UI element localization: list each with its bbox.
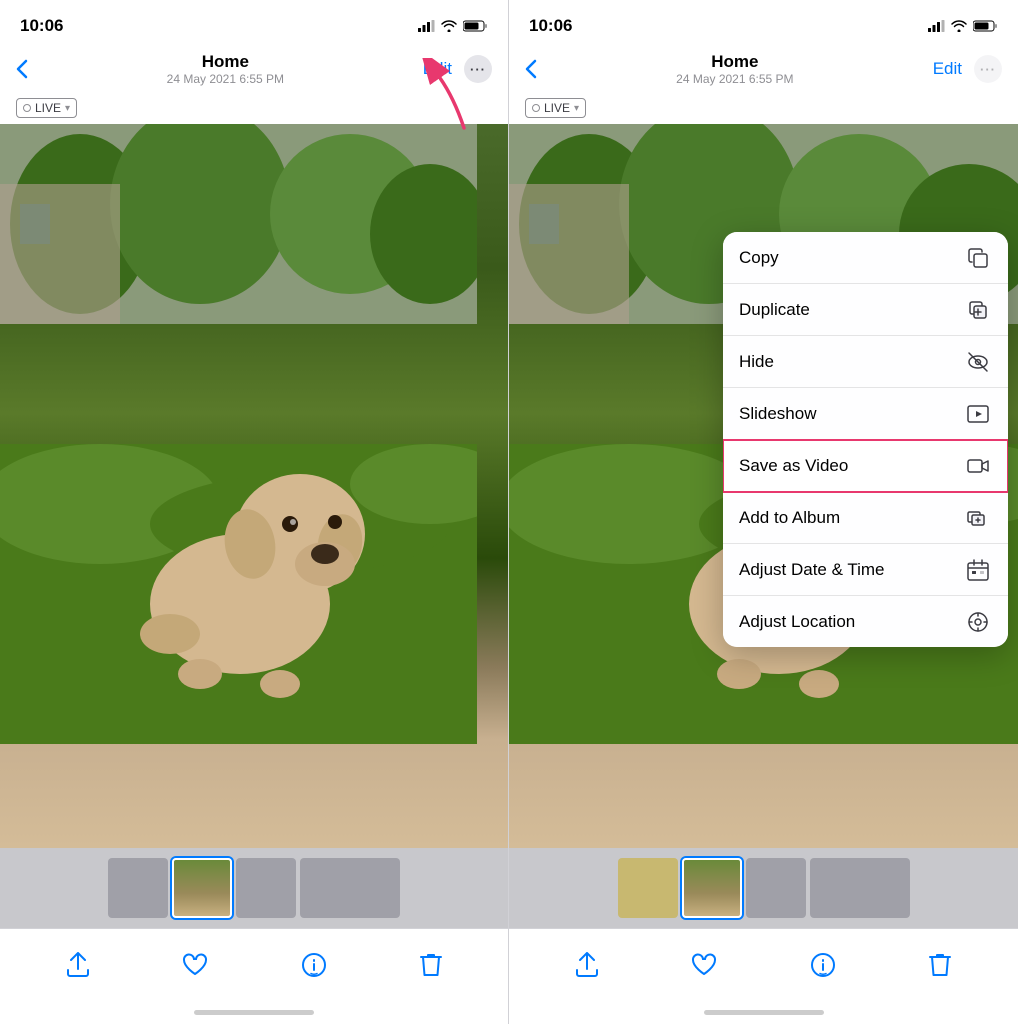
slideshow-icon [964,402,992,425]
copy-icon [964,246,992,269]
live-bar-left: LIVE ▾ [0,94,508,124]
menu-item-hide-label: Hide [739,352,774,372]
adjust-location-icon [964,610,992,633]
thumb-gray-left-1[interactable] [108,858,168,918]
nav-bar-right: Home 24 May 2021 6:55 PM Edit ··· [509,44,1018,94]
status-bar-left: 10:06 [0,0,508,44]
photo-area-left [0,124,508,848]
heart-button-right[interactable] [691,953,717,977]
menu-item-save-video[interactable]: Save as Video [723,440,1008,492]
signal-icon-right [928,20,945,32]
live-dot-right [532,104,540,112]
home-bar-right [704,1010,824,1015]
live-badge-right[interactable]: LIVE ▾ [525,98,586,118]
photo-area-right: Copy Duplicate Hide Slides [509,124,1018,848]
left-phone: 10:06 Home 24 [0,0,509,1024]
more-button-left[interactable]: ··· [464,55,492,83]
info-button-right[interactable] [810,952,836,978]
back-button-right[interactable] [525,59,537,79]
wifi-icon-right [951,20,967,32]
photo-background [0,124,477,744]
share-button-right[interactable] [576,952,598,978]
nav-title-group-left: Home 24 May 2021 6:55 PM [167,52,284,86]
menu-item-slideshow-label: Slideshow [739,404,817,424]
status-icons-right [928,20,998,32]
trash-button-left[interactable] [420,952,442,978]
thumb-gray-right-1[interactable] [618,858,678,918]
context-menu: Copy Duplicate Hide Slides [723,232,1008,647]
time-right: 10:06 [529,16,572,36]
photo-bg-left [0,124,508,848]
add-album-icon [964,506,992,529]
nav-bar-left: Home 24 May 2021 6:55 PM Edit ··· [0,44,508,94]
edit-button-left[interactable]: Edit [423,59,452,79]
share-button-left[interactable] [67,952,89,978]
adjust-date-icon [964,558,992,581]
bottom-toolbar-right [509,928,1018,1000]
more-button-right[interactable]: ··· [974,55,1002,83]
battery-icon [463,20,488,32]
menu-item-adjust-location[interactable]: Adjust Location [723,596,1008,647]
menu-item-save-video-label: Save as Video [739,456,848,476]
home-indicator-right [509,1000,1018,1024]
live-dot-left [23,104,31,112]
menu-item-adjust-location-label: Adjust Location [739,612,855,632]
nav-title-left: Home [167,52,284,72]
thumb-gray-left-2[interactable] [236,858,296,918]
trash-button-right[interactable] [929,952,951,978]
live-bar-right: LIVE ▾ [509,94,1018,124]
menu-item-adjust-date-label: Adjust Date & Time [739,560,885,580]
thumb-gray-left-3[interactable] [300,858,400,918]
save-video-icon [964,454,992,477]
thumb-selected-right[interactable] [682,858,742,918]
menu-item-duplicate[interactable]: Duplicate [723,284,1008,336]
menu-item-adjust-date[interactable]: Adjust Date & Time [723,544,1008,596]
thumb-strip-right [509,848,1018,928]
nav-subtitle-right: 24 May 2021 6:55 PM [676,72,793,86]
hide-icon [964,350,992,373]
right-phone: 10:06 Home 24 [509,0,1018,1024]
menu-item-hide[interactable]: Hide [723,336,1008,388]
home-indicator-left [0,1000,508,1024]
nav-actions-right: Edit ··· [933,55,1002,83]
thumb-strip-left [0,848,508,928]
menu-item-duplicate-label: Duplicate [739,300,810,320]
status-icons-left [418,20,488,32]
menu-item-copy[interactable]: Copy [723,232,1008,284]
thumb-gray-right-2[interactable] [746,858,806,918]
menu-item-add-album[interactable]: Add to Album [723,492,1008,544]
back-button-left[interactable] [16,59,28,79]
nav-title-right: Home [676,52,793,72]
thumb-selected-left[interactable] [172,858,232,918]
bottom-toolbar-left [0,928,508,1000]
signal-icon [418,20,435,32]
nav-subtitle-left: 24 May 2021 6:55 PM [167,72,284,86]
menu-item-copy-label: Copy [739,248,779,268]
info-button-left[interactable] [301,952,327,978]
wifi-icon [441,20,457,32]
menu-item-slideshow[interactable]: Slideshow [723,388,1008,440]
nav-actions-left: Edit ··· [423,55,492,83]
thumb-gray-right-3[interactable] [810,858,910,918]
duplicate-icon [964,298,992,321]
battery-icon-right [973,20,998,32]
home-bar-left [194,1010,314,1015]
heart-button-left[interactable] [182,953,208,977]
edit-button-right[interactable]: Edit [933,59,962,79]
status-bar-right: 10:06 [509,0,1018,44]
live-badge-left[interactable]: LIVE ▾ [16,98,77,118]
nav-title-group-right: Home 24 May 2021 6:55 PM [676,52,793,86]
menu-item-add-album-label: Add to Album [739,508,840,528]
time-left: 10:06 [20,16,63,36]
